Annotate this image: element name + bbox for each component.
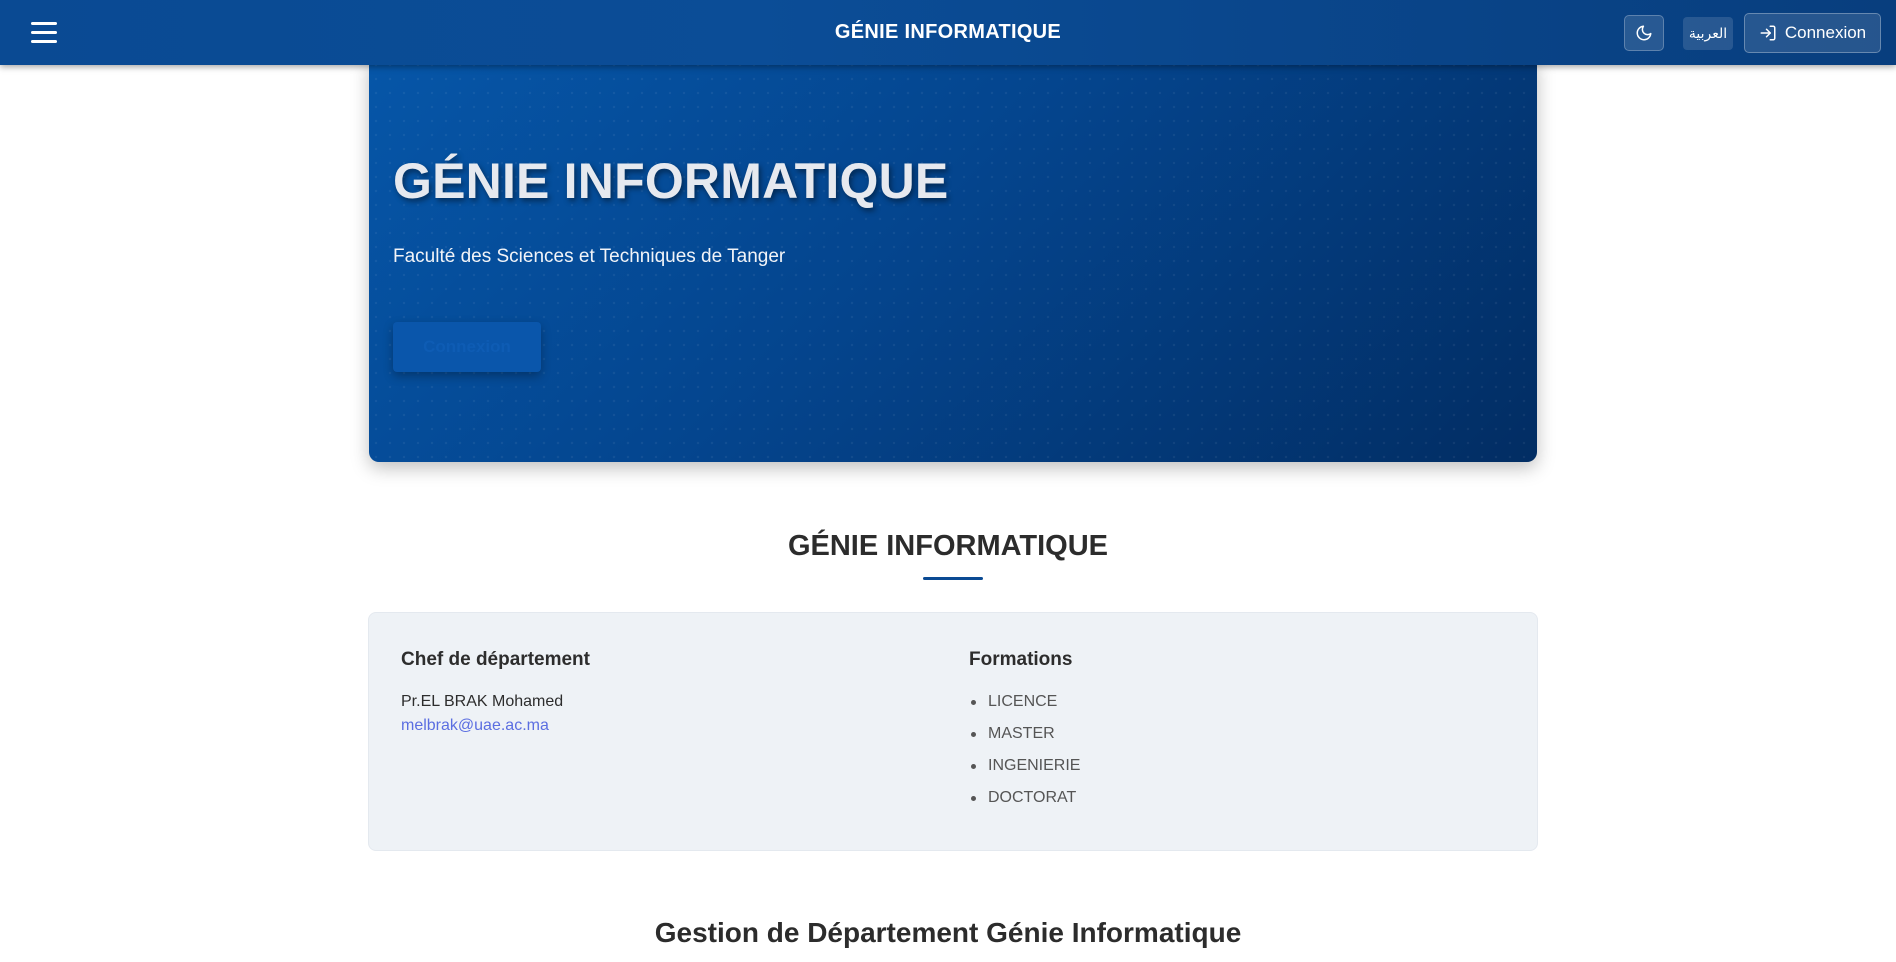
section-title-underline	[923, 577, 983, 580]
chef-name: Pr.EL BRAK Mohamed	[401, 693, 564, 710]
hero-subtitle: Faculté des Sciences et Techniques de Ta…	[393, 246, 786, 267]
chef-heading: Chef de département	[401, 649, 590, 670]
formation-item: MASTER	[969, 723, 1080, 755]
formation-item: LICENCE	[969, 691, 1080, 723]
navbar-title: GÉNIE INFORMATIQUE	[834, 21, 1062, 43]
formations-heading: Formations	[969, 649, 1073, 670]
login-button[interactable]: Connexion	[1744, 13, 1881, 53]
hero-banner: GÉNIE INFORMATIQUE Faculté des Sciences …	[369, 58, 1537, 462]
department-info-card: Chef de département Pr.EL BRAK Mohamed m…	[368, 612, 1538, 851]
hero-login-button[interactable]: Connexion	[393, 322, 541, 372]
gestion-title: Gestion de Département Génie Informatiqu…	[654, 917, 1242, 948]
login-button-label: Connexion	[1784, 23, 1867, 42]
theme-toggle-button[interactable]	[1624, 15, 1664, 51]
section-title: GÉNIE INFORMATIQUE	[787, 530, 1109, 562]
chef-email-link[interactable]: melbrak@uae.ac.ma	[401, 717, 549, 735]
language-switch-button[interactable]: العربية	[1683, 17, 1733, 50]
top-navbar: GÉNIE INFORMATIQUE العربية Connexion	[0, 0, 1896, 65]
formations-list: LICENCE MASTER INGENIERIE DOCTORAT	[969, 691, 1080, 819]
formation-item: DOCTORAT	[969, 787, 1080, 819]
formation-item: INGENIERIE	[969, 755, 1080, 787]
moon-icon	[1636, 25, 1652, 41]
hero-title: GÉNIE INFORMATIQUE	[393, 153, 949, 209]
sign-in-icon	[1760, 25, 1776, 41]
